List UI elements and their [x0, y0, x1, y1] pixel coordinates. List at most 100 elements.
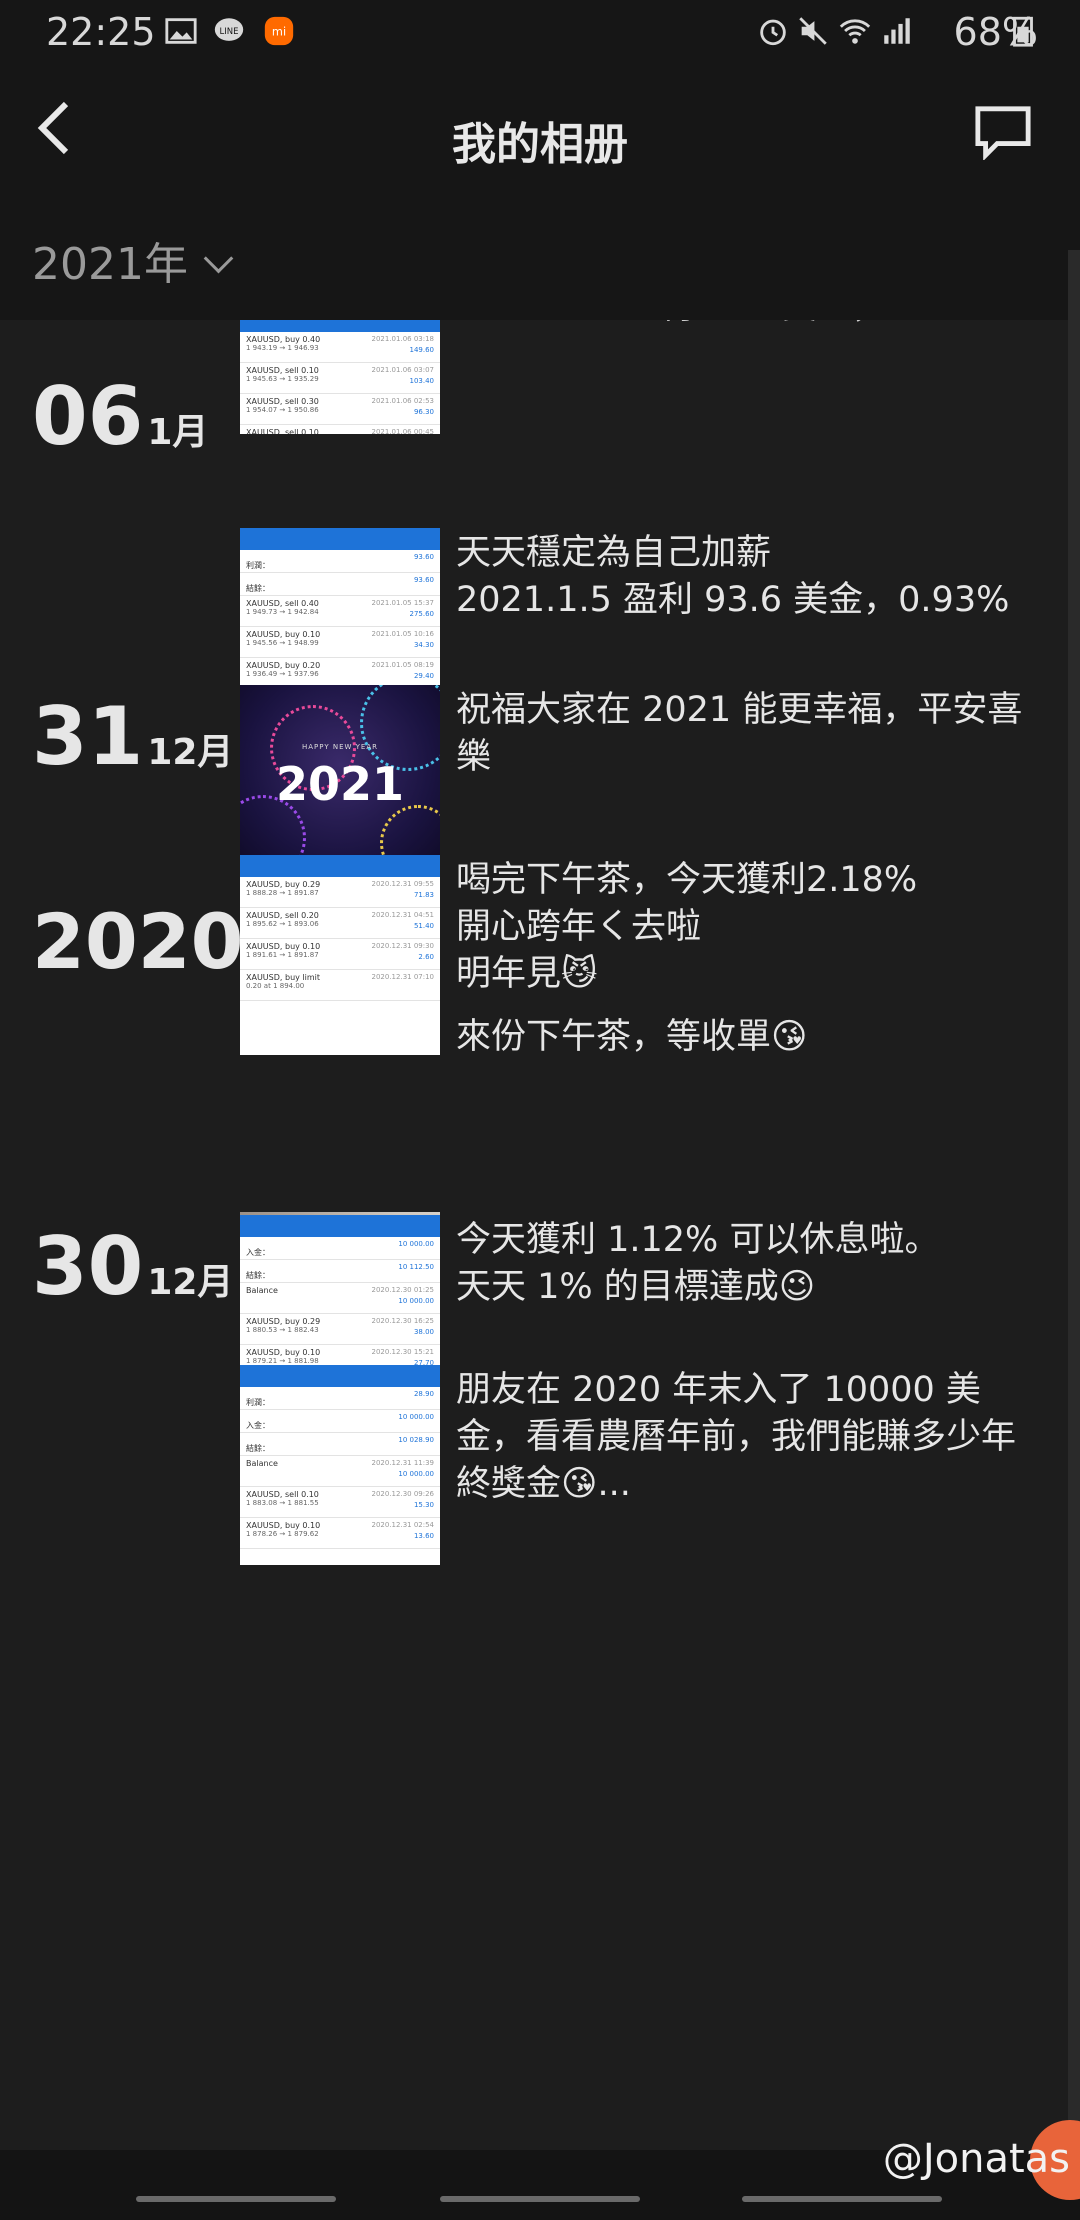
image-year-text: 2021	[275, 757, 405, 811]
summary-label: 結餘：	[246, 1271, 270, 1280]
date-day: 30	[32, 1220, 144, 1313]
date-month: 12月	[147, 732, 234, 773]
post-caption: 天天穩定為自己加薪 2021.1.5 盈利 93.6 美金，0.93%	[456, 533, 1010, 620]
date-month: 12月	[147, 1262, 234, 1303]
nav-home-button[interactable]	[440, 2196, 640, 2202]
image-icon	[165, 18, 197, 44]
svg-text:LINE: LINE	[220, 27, 239, 37]
svg-text:mi: mi	[272, 24, 286, 38]
date-label: 06 1月	[32, 370, 208, 463]
date-month: 1月	[147, 412, 209, 453]
trade-row: XAUUSD, buy 0.29 1 888.28 → 1 891.87 2020.…	[240, 877, 440, 908]
nav-recent-button[interactable]	[136, 2196, 336, 2202]
signal-icon	[884, 18, 910, 44]
trade-time: 2021.01.06 03:18	[371, 335, 434, 343]
trade-prices: 1 880.53 → 1 882.43	[246, 1326, 319, 1334]
trade-profit: 103.40	[409, 377, 435, 385]
trade-prices: 1 891.61 → 1 891.87	[246, 951, 319, 959]
trade-prices: 1 895.62 → 1 893.06	[246, 920, 319, 928]
summary-value: 10 112.50	[398, 1263, 434, 1271]
trade-profit: 10 000.00	[398, 1297, 434, 1305]
date-label: 30 12月	[32, 1220, 233, 1313]
summary-label: 入金：	[246, 1248, 270, 1257]
summary-value: 10 028.90	[398, 1436, 434, 1444]
summary-row: 結餘： 10 112.50	[240, 1260, 440, 1283]
trade-prices: 1 949.73 → 1 942.84	[246, 608, 319, 616]
trade-time: 2020.12.31 09:30	[371, 942, 434, 950]
trade-time: 2021.01.06 00:45	[371, 428, 434, 434]
date-day: 31	[32, 690, 144, 783]
chevron-down-icon	[203, 243, 234, 274]
nav-back-button[interactable]	[742, 2196, 942, 2202]
trade-profit: 10 000.00	[398, 1470, 434, 1478]
summary-row: 入金： 10 000.00	[240, 1410, 440, 1433]
trade-profit: 51.40	[413, 922, 434, 930]
trade-row: XAUUSD, buy 0.40 1 943.19 → 1 946.93 2021.…	[240, 332, 440, 363]
trade-profit: 149.60	[409, 346, 435, 354]
status-bar: 22:25 LINE mi 68%	[0, 0, 1080, 64]
trade-time: 2021.01.05 08:19	[371, 661, 434, 669]
trade-time: 2020.12.30 15:21	[371, 1348, 434, 1356]
watermark: @Jonatas	[882, 2136, 1070, 2182]
trade-time: 2020.12.31 04:51	[371, 911, 434, 919]
post-caption: 朋友在 2020 年末入了 10000 美金，看看農曆年前，我們能賺多少年終獎金…	[456, 1370, 1017, 1504]
trade-profit: 13.60	[413, 1532, 434, 1540]
album-list[interactable]: XAUUSD, buy 0.40 1 943.19 → 1 946.93 2021.…	[0, 320, 1080, 2150]
status-time: 22:25	[46, 10, 156, 54]
trade-prices: 1 954.07 → 1 950.86	[246, 406, 319, 414]
trade-time: 2021.01.05 10:16	[371, 630, 434, 638]
trade-profit: 275.60	[409, 610, 435, 618]
summary-value: 93.60	[413, 576, 434, 584]
summary-row: 結餘： 10 028.90	[240, 1433, 440, 1456]
trade-row: Balance 2020.12.31 11:39 10 000.00	[240, 1456, 440, 1487]
trade-row: XAUUSD, sell 0.10 1 945.63 → 1 935.29 2021…	[240, 363, 440, 394]
summary-row: 入金： 10 000.00	[240, 1237, 440, 1260]
trade-time: 2020.12.30 16:25	[371, 1317, 434, 1325]
trade-time: 2020.12.31 07:10	[371, 973, 434, 981]
trade-row: Balance 2020.12.30 01:25 10 000.00	[240, 1283, 440, 1314]
summary-value: 28.90	[413, 1390, 434, 1398]
trade-prices: 1 883.08 → 1 881.55	[246, 1499, 319, 1507]
screenshot-header	[240, 320, 440, 332]
post-caption: 今天獲利 1.12% 可以休息啦。 天天 1% 的目標達成😉	[456, 1220, 940, 1307]
trade-row: XAUUSD, sell 0.40 1 949.73 → 1 942.84 2021…	[240, 596, 440, 627]
page-title: 我的相册	[452, 119, 628, 170]
screenshot-header	[240, 855, 440, 877]
year-selector-label: 2021年	[32, 239, 188, 290]
trade-prices: 1 943.19 → 1 946.93	[246, 344, 319, 352]
summary-label: 結餘：	[246, 1444, 270, 1453]
screenshot-thumbnail[interactable]: XAUUSD, buy 0.40 1 943.19 → 1 946.93 2021.…	[240, 320, 440, 434]
post-caption: 2021.1.6 盈利 299 美金，2.99%	[456, 320, 998, 329]
screenshot-thumbnail[interactable]: 利潤： 28.90 入金： 10 000.00 結餘： 10 028.90 Balance 2…	[240, 1365, 440, 1565]
trade-time: 2020.12.31 02:54	[371, 1521, 434, 1529]
line-icon: LINE	[214, 18, 244, 41]
trade-time: 2020.12.30 01:25	[371, 1286, 434, 1294]
post-caption: 來份下午茶，等收單😘	[456, 1017, 808, 1057]
year-selector[interactable]: 2021年	[32, 228, 234, 292]
trade-profit: 38.00	[413, 1328, 434, 1336]
screenshot-thumbnail[interactable]: XAUUSD, buy 0.29 1 888.28 → 1 891.87 2020.…	[240, 855, 440, 1055]
trade-row: XAUUSD, buy limit 0.20 at 1 894.00 2020.12…	[240, 970, 440, 1001]
screenshot-header	[240, 1215, 440, 1237]
battery-icon	[1013, 16, 1033, 47]
trade-row: XAUUSD, buy 0.10 1 891.61 → 1 891.87 2020.…	[240, 939, 440, 970]
summary-label: 入金：	[246, 1421, 270, 1430]
trade-prices: 0.20 at 1 894.00	[246, 982, 305, 990]
trade-prices: 1 878.26 → 1 879.62	[246, 1530, 319, 1538]
trade-profit: 71.83	[413, 891, 434, 899]
chat-icon[interactable]	[974, 104, 1032, 160]
trade-time: 2020.12.31 09:55	[371, 880, 434, 888]
post-caption: 祝福大家在 2021 能更幸福，平安喜樂	[456, 690, 1023, 777]
trade-prices: 1 879.21 → 1 881.98	[246, 1357, 319, 1365]
trade-profit: 29.40	[413, 672, 434, 680]
summary-row: 結餘： 93.60	[240, 573, 440, 596]
trade-time: 2020.12.31 11:39	[371, 1459, 434, 1467]
mute-icon	[799, 17, 827, 45]
mi-icon: mi	[264, 16, 294, 46]
trade-row: XAUUSD, sell 0.101 932.40 → 1 931.442021…	[240, 425, 440, 434]
screenshot-header	[240, 1365, 440, 1387]
trade-row: XAUUSD, buy 0.10 1 878.26 → 1 879.62 2020.…	[240, 1518, 440, 1549]
image-subtitle: HAPPY NEW YEAR	[302, 743, 378, 751]
trade-prices: 1 945.63 → 1 935.29	[246, 375, 319, 383]
summary-label: 利潤：	[246, 1398, 270, 1407]
